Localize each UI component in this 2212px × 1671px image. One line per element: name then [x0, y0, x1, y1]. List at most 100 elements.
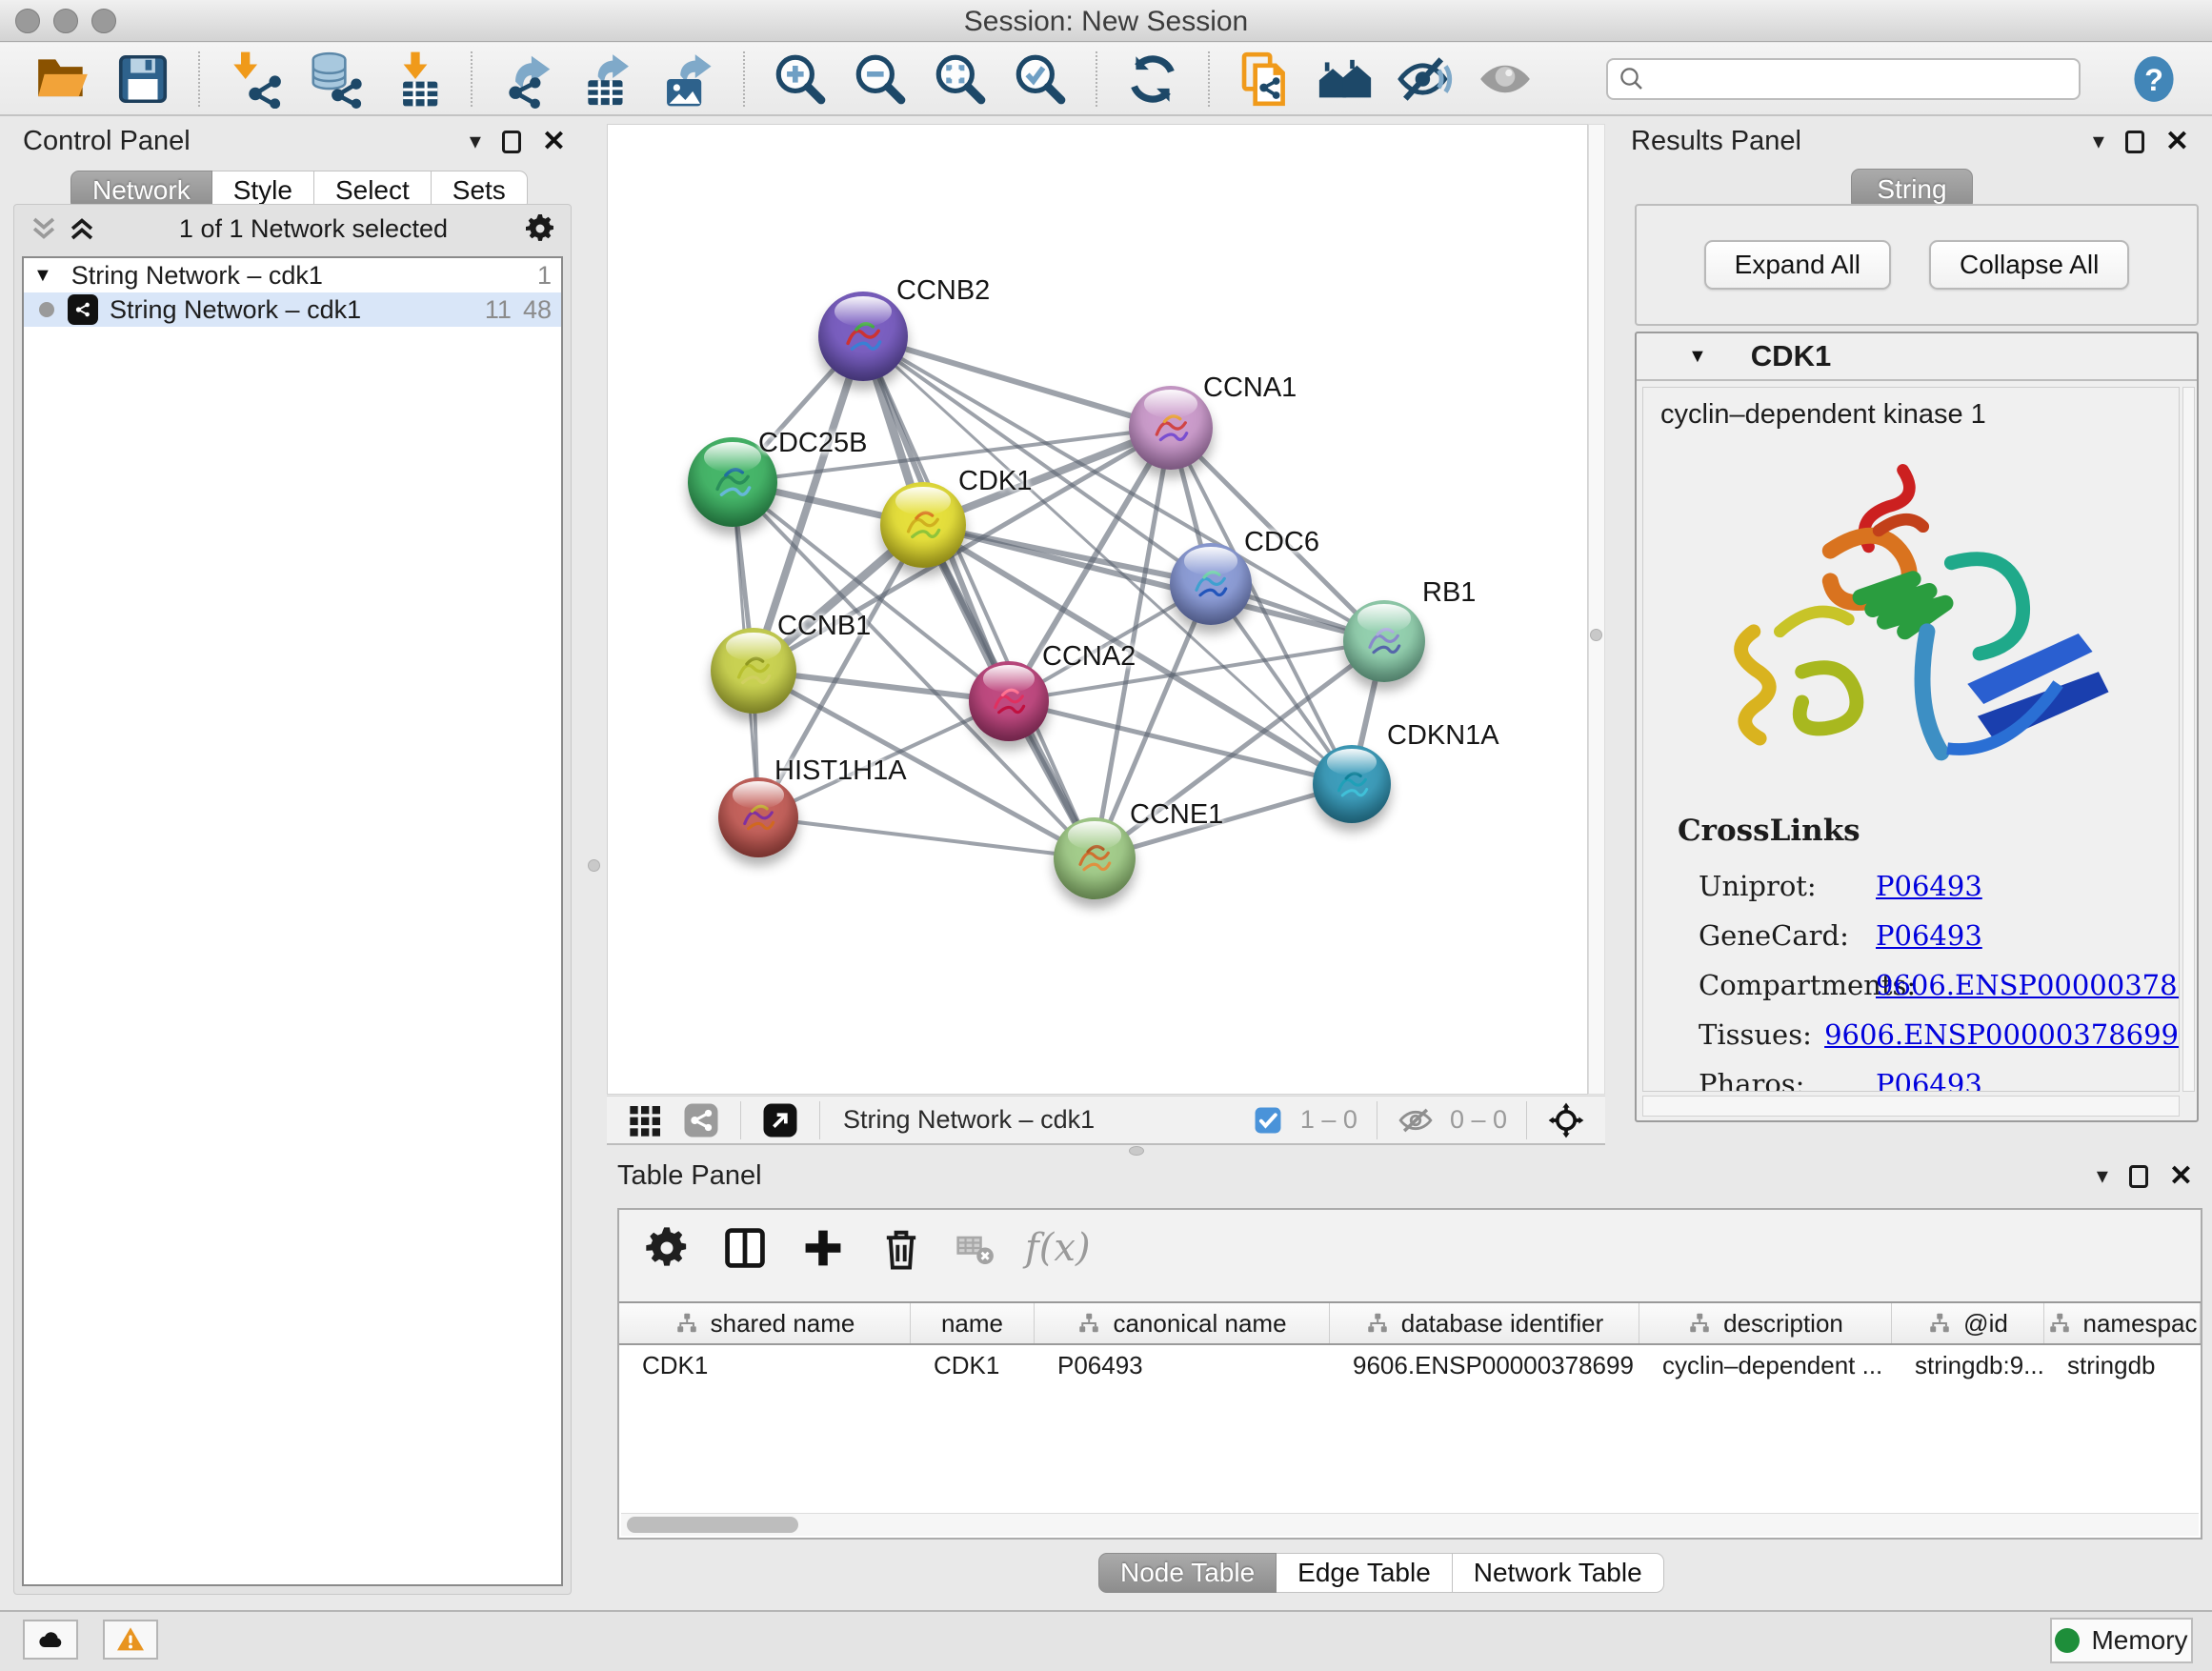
houses-icon[interactable] — [1316, 50, 1375, 109]
panel-float-icon[interactable] — [502, 131, 521, 153]
network-view-title: String Network – cdk1 — [843, 1105, 1095, 1135]
zoom-in-icon[interactable] — [771, 50, 830, 109]
network-node[interactable] — [718, 777, 798, 857]
tissues-link[interactable]: 9606.ENSP00000378699 — [1824, 1010, 2179, 1059]
table-options-gear-icon[interactable] — [642, 1223, 692, 1273]
column-header[interactable]: @id — [1892, 1303, 2044, 1343]
export-table-icon[interactable] — [578, 50, 637, 109]
splitter-handle[interactable] — [1590, 629, 1602, 641]
selected-checkbox-icon[interactable] — [1252, 1104, 1284, 1137]
network-row[interactable]: String Network – cdk1 11 48 — [24, 292, 561, 327]
tree-expand-icon[interactable]: ▼ — [33, 265, 52, 287]
crosshair-icon[interactable] — [1547, 1101, 1585, 1139]
network-options-gear-icon[interactable] — [523, 211, 557, 246]
entry-collapse-icon[interactable]: ▼ — [1688, 346, 1707, 368]
zoom-out-icon[interactable] — [851, 50, 910, 109]
node-label: HIST1H1A — [774, 755, 907, 787]
network-collection-row[interactable]: ▼ String Network – cdk1 1 — [24, 258, 561, 292]
save-session-icon[interactable] — [113, 50, 172, 109]
pharos-link[interactable]: P06493 — [1876, 1059, 1982, 1092]
collapse-all-networks-icon[interactable] — [28, 214, 60, 243]
network-node[interactable] — [818, 292, 908, 381]
table-horizontal-scrollbar[interactable] — [621, 1513, 2199, 1536]
table-panel-title: Table Panel — [617, 1160, 762, 1192]
memory-button[interactable]: Memory — [2050, 1618, 2193, 1663]
network-view-toolbar: String Network – cdk1 1 – 0 0 – 0 — [607, 1096, 1605, 1145]
clone-network-icon[interactable] — [1236, 50, 1295, 109]
network-selection-status: 1 of 1 Network selected — [104, 214, 523, 244]
network-canvas[interactable]: CCNB2CCNA1CDC25BCDK1CDC6RB1CCNB1CCNA2CDK… — [607, 124, 1588, 1095]
shared-column-icon — [1687, 1311, 1712, 1336]
network-share-icon[interactable] — [682, 1101, 720, 1139]
results-actions: Expand All Collapse All — [1635, 204, 2199, 326]
collapse-all-button[interactable]: Collapse All — [1929, 240, 2129, 290]
network-node[interactable] — [1054, 817, 1136, 899]
node-label: RB1 — [1422, 577, 1476, 609]
panel-menu-icon[interactable]: ▾ — [470, 131, 481, 153]
tab-edge-table[interactable]: Edge Table — [1277, 1553, 1453, 1593]
cloud-button[interactable] — [23, 1620, 78, 1660]
splitter-handle[interactable] — [588, 859, 600, 872]
panel-close-icon[interactable]: ✕ — [2169, 1162, 2193, 1191]
protein-structure-image — [1706, 446, 2116, 789]
panel-close-icon[interactable]: ✕ — [2165, 128, 2189, 156]
genecard-link[interactable]: P06493 — [1876, 911, 1982, 960]
zoom-selected-icon[interactable] — [1011, 50, 1070, 109]
warnings-button[interactable] — [103, 1620, 158, 1660]
column-header[interactable]: database identifier — [1330, 1303, 1639, 1343]
import-network-file-icon[interactable] — [226, 50, 285, 109]
open-session-icon[interactable] — [33, 50, 92, 109]
entry-header[interactable]: ▼ CDK1 — [1637, 333, 2197, 381]
network-node[interactable] — [1129, 386, 1213, 470]
network-node[interactable] — [1313, 745, 1391, 823]
column-header[interactable]: canonical name — [1035, 1303, 1330, 1343]
export-network-icon[interactable] — [498, 50, 557, 109]
protein-thumbnail-icon — [705, 454, 760, 510]
hide-graphics-details-icon[interactable] — [1396, 50, 1455, 109]
delete-column-icon[interactable] — [876, 1223, 926, 1273]
warning-icon — [115, 1624, 146, 1655]
panel-float-icon[interactable] — [2129, 1165, 2148, 1188]
create-column-icon[interactable] — [798, 1223, 848, 1273]
import-network-database-icon[interactable] — [306, 50, 365, 109]
show-columns-icon[interactable] — [720, 1223, 770, 1273]
search-field[interactable] — [1606, 58, 2081, 100]
column-header[interactable]: namespac — [2044, 1303, 2201, 1343]
hidden-eye-icon[interactable] — [1398, 1102, 1434, 1138]
network-node[interactable] — [880, 482, 966, 568]
panel-float-icon[interactable] — [2125, 131, 2144, 153]
column-header[interactable]: shared name — [619, 1303, 911, 1343]
search-input[interactable] — [1646, 62, 2069, 96]
import-table-icon[interactable] — [386, 50, 445, 109]
tab-node-table[interactable]: Node Table — [1098, 1553, 1277, 1593]
network-node[interactable] — [969, 661, 1049, 741]
results-horizontal-scrollbar[interactable] — [1642, 1096, 2180, 1117]
expand-all-networks-icon[interactable] — [66, 214, 98, 243]
tab-network-table[interactable]: Network Table — [1453, 1553, 1664, 1593]
protein-thumbnail-icon — [727, 644, 780, 697]
network-node[interactable] — [1343, 600, 1425, 682]
expand-all-button[interactable]: Expand All — [1704, 240, 1891, 290]
table-row[interactable]: CDK1 CDK1 P06493 9606.ENSP00000378699 cy… — [619, 1345, 2201, 1385]
entry-name: CDK1 — [1751, 339, 1831, 373]
detach-view-icon[interactable] — [761, 1101, 799, 1139]
column-header[interactable]: description — [1639, 1303, 1892, 1343]
zoom-fit-icon[interactable] — [931, 50, 990, 109]
birdseye-view-icon[interactable] — [627, 1101, 665, 1139]
network-node[interactable] — [1170, 543, 1252, 625]
uniprot-link[interactable]: P06493 — [1876, 861, 1982, 911]
results-splitter[interactable] — [1588, 124, 1605, 1095]
panel-close-icon[interactable]: ✕ — [542, 128, 566, 156]
search-icon — [1618, 65, 1646, 93]
refresh-layout-icon[interactable] — [1123, 50, 1182, 109]
results-vertical-scrollbar[interactable] — [2182, 387, 2195, 1092]
help-icon[interactable]: ? — [2129, 54, 2179, 104]
export-image-icon[interactable] — [658, 50, 717, 109]
compartments-link[interactable]: 9606.ENSP00000378699 — [1876, 960, 2180, 1010]
panel-menu-icon[interactable]: ▾ — [2093, 131, 2104, 153]
scrollbar-thumb[interactable] — [627, 1517, 798, 1533]
panel-menu-icon[interactable]: ▾ — [2097, 1165, 2108, 1188]
column-header[interactable]: name — [911, 1303, 1035, 1343]
crosslink-row: Tissues: 9606.ENSP00000378699 — [1678, 1010, 2179, 1059]
toolbar-separator — [1208, 51, 1210, 107]
